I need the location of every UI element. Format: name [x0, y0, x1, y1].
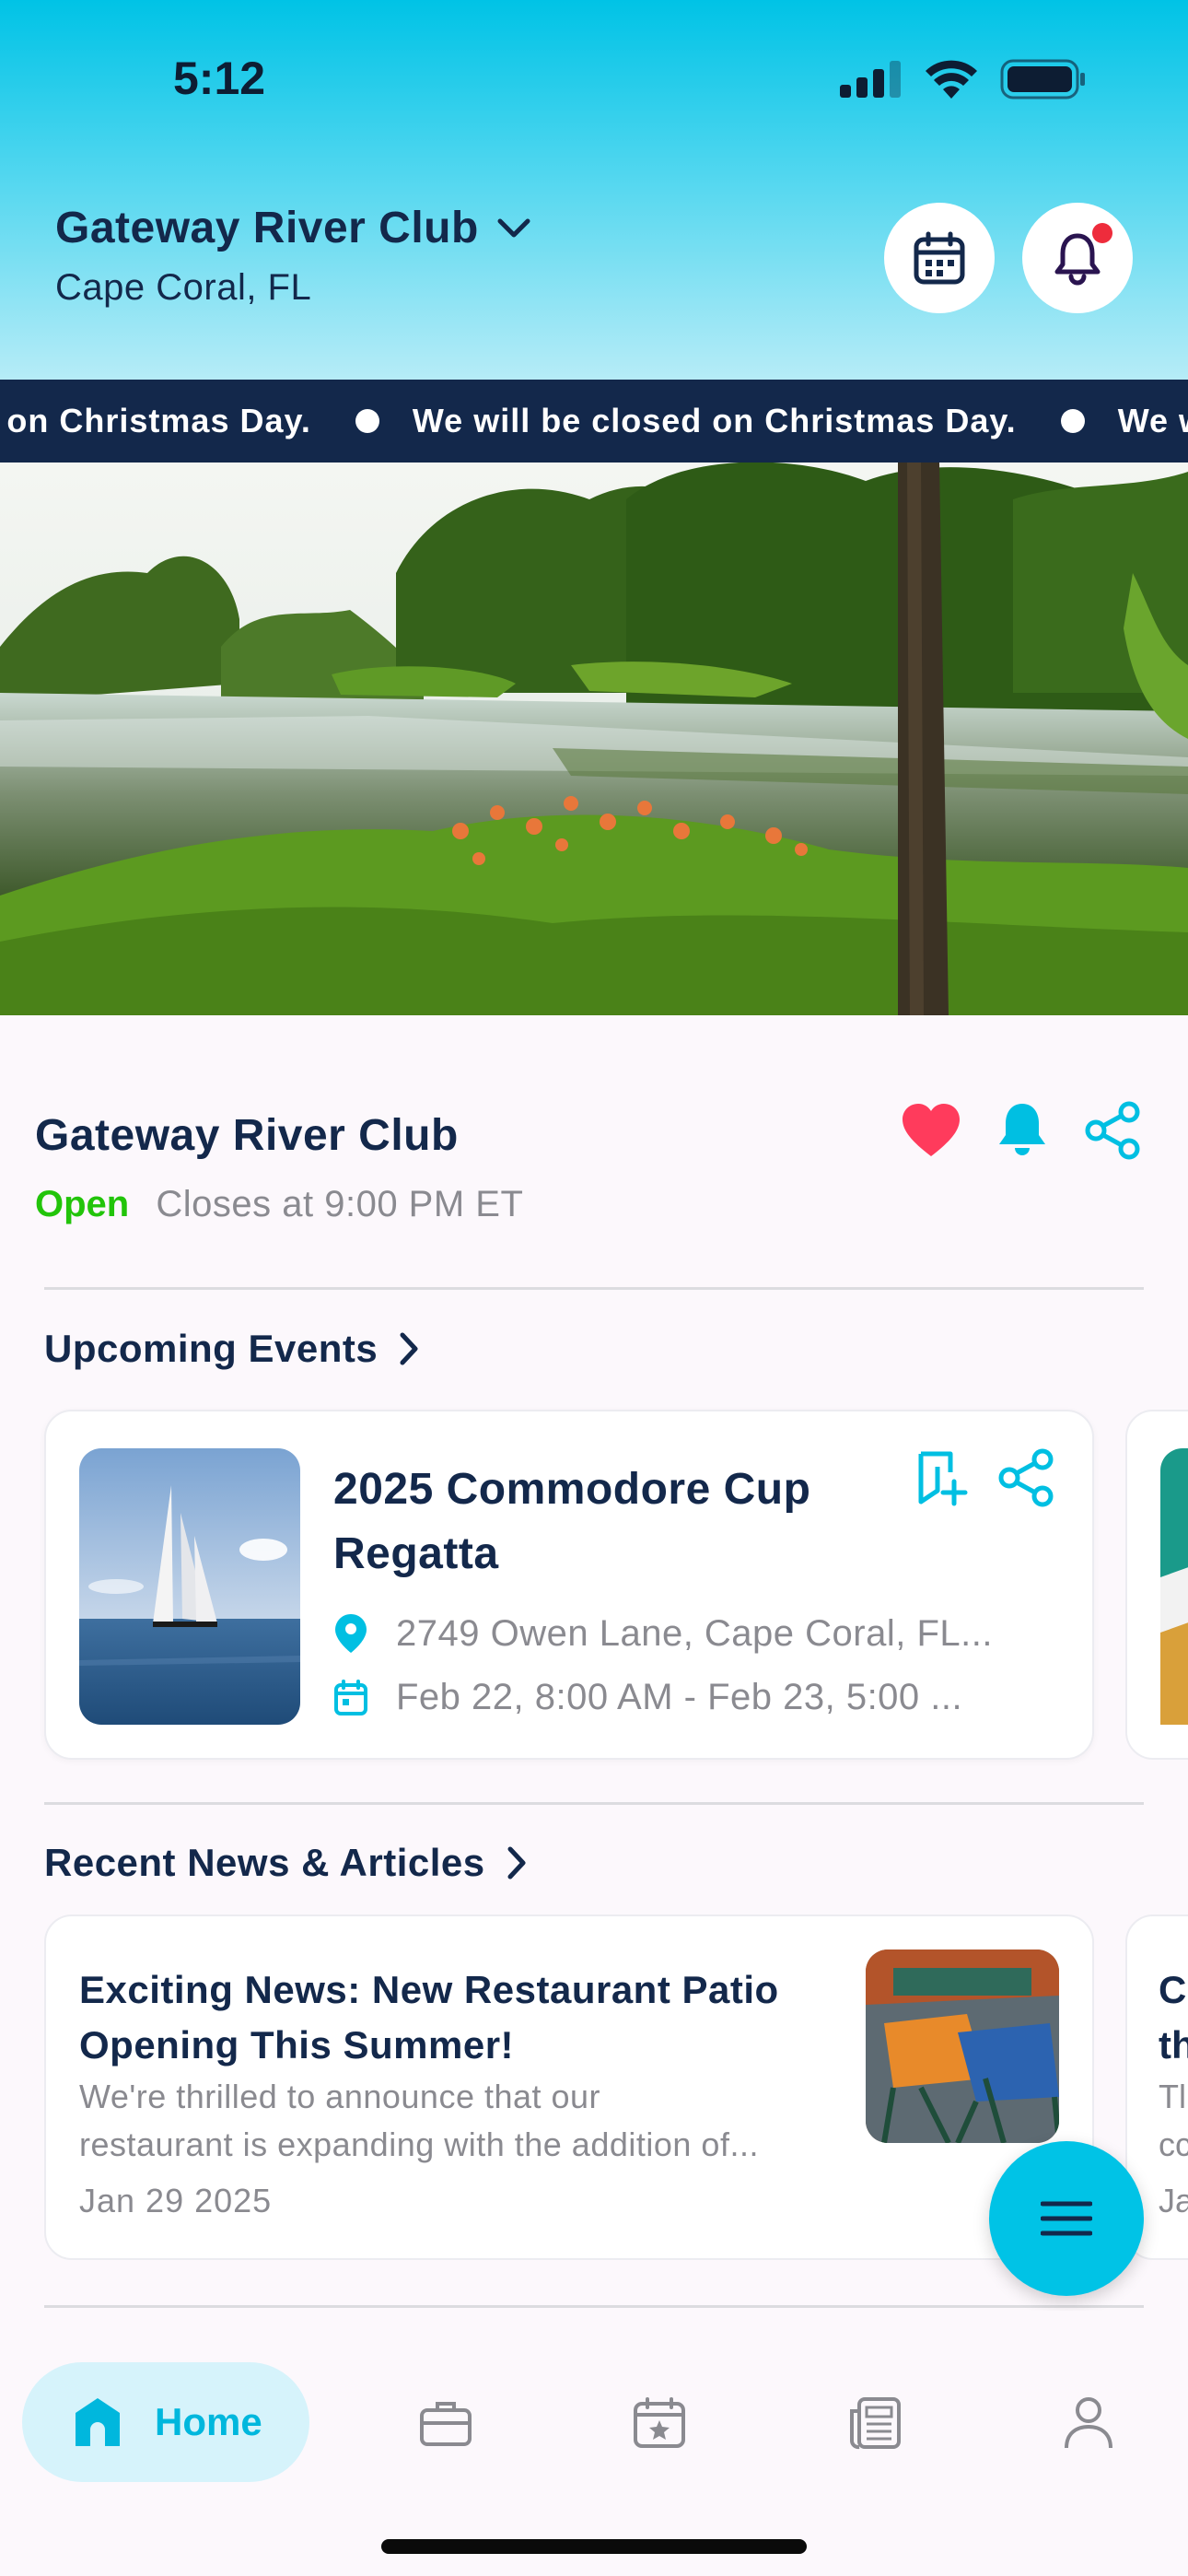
event-date: Feb 22, 8:00 AM - Feb 23, 5:00 ... [396, 1677, 963, 1717]
event-card-peek[interactable] [1125, 1410, 1188, 1760]
peek-excerpt-line-2: cc [1159, 2125, 1188, 2163]
announcement-ticker: We will be closed on Christmas Day. We w… [0, 380, 1188, 463]
club-location: Cape Coral, FL [55, 267, 312, 308]
peek-title-line-1: C [1159, 1968, 1187, 2011]
home-icon [76, 2398, 120, 2446]
event-sailboat-image [79, 1448, 300, 1725]
closing-time: Closes at 9:00 PM ET [156, 1184, 524, 1224]
calendar-star-icon [634, 2397, 685, 2448]
section-divider [44, 1287, 1144, 1290]
event-card[interactable]: 2025 Commodore Cup Regatta 2749 Owen Lan… [44, 1410, 1094, 1760]
event-title: 2025 Commodore Cup Regatta [333, 1465, 811, 1578]
nav-briefcase[interactable] [416, 2394, 475, 2453]
news-link[interactable]: Recent News & Articles [44, 1841, 528, 1885]
news-section-title: Recent News & Articles [44, 1841, 485, 1884]
bell-filled-icon[interactable] [996, 1102, 1048, 1159]
bookmark-add-icon[interactable] [914, 1448, 969, 1507]
ticker-message: We will be closed on Christmas Day. [0, 402, 311, 439]
share-icon[interactable] [1083, 1101, 1142, 1160]
news-card[interactable]: Exciting News: New Restaurant Patio Open… [44, 1914, 1094, 2260]
nav-news[interactable] [845, 2394, 904, 2453]
heart-icon[interactable] [901, 1103, 961, 1158]
news-date: Jan 29 2025 [79, 2182, 273, 2219]
nav-profile[interactable] [1059, 2394, 1118, 2453]
chevron-down-icon [497, 218, 530, 237]
wifi-icon [926, 60, 977, 99]
person-icon [1065, 2397, 1112, 2449]
news-title: Exciting News: New Restaurant Patio Open… [79, 1968, 779, 2067]
calendar-button[interactable] [884, 203, 995, 313]
club-actions [901, 1101, 1142, 1160]
notification-badge [1092, 223, 1112, 243]
news-excerpt-line-2: restaurant is expanding with the additio… [79, 2125, 759, 2163]
battery-icon [1000, 59, 1085, 100]
hero-river-image [0, 463, 1188, 1015]
notifications-button[interactable] [1022, 203, 1133, 313]
club-name: Gateway River Club [55, 204, 479, 252]
briefcase-icon [420, 2402, 472, 2446]
news-excerpt: We're thrilled to announce that our rest… [79, 2073, 844, 2169]
calendar-small-icon [334, 1679, 367, 1715]
event-location-row: 2749 Owen Lane, Cape Coral, FL... [333, 1612, 1059, 1655]
nav-home[interactable]: Home [22, 2362, 309, 2482]
open-status: Open [35, 1184, 130, 1224]
share-icon[interactable] [996, 1448, 1055, 1507]
chevron-right-icon [507, 1846, 526, 1879]
ticker-message: We will be closed on Christmas Day. [412, 402, 1017, 439]
cellular-signal-icon [840, 61, 901, 98]
ticker-separator [355, 409, 379, 433]
club-selector[interactable]: Gateway River Club [55, 203, 532, 253]
nav-events[interactable] [630, 2394, 689, 2453]
event-date-row: Feb 22, 8:00 AM - Feb 23, 5:00 ... [333, 1677, 1059, 1718]
peek-title-line-2: th [1159, 2023, 1188, 2067]
peek-date: Ja [1159, 2182, 1188, 2219]
event-actions [914, 1448, 1055, 1507]
peek-excerpt-line-1: Tl [1159, 2078, 1186, 2115]
chevron-right-icon [400, 1332, 418, 1365]
section-divider [44, 2305, 1144, 2308]
home-indicator [381, 2539, 807, 2554]
location-pin-icon [335, 1614, 367, 1653]
bottom-navigation: Home [0, 2311, 1188, 2576]
club-info-title: Gateway River Club [35, 1111, 459, 1160]
open-status-row: Open Closes at 9:00 PM ET [35, 1184, 523, 1225]
calendar-icon [914, 231, 965, 285]
upcoming-events-link[interactable]: Upcoming Events [44, 1327, 420, 1371]
event-address: 2749 Owen Lane, Cape Coral, FL... [396, 1612, 993, 1654]
newspaper-icon [849, 2397, 901, 2450]
ticker-separator [1060, 409, 1085, 433]
news-patio-image [866, 1950, 1059, 2143]
status-time: 5:12 [173, 53, 266, 104]
upcoming-events-title: Upcoming Events [44, 1327, 379, 1370]
section-divider [44, 1802, 1144, 1805]
menu-icon [1041, 2201, 1092, 2236]
ticker-message: We will be closed on Christmas Day. [1117, 402, 1188, 439]
menu-fab-button[interactable] [989, 2141, 1144, 2296]
app-header: 5:12 Gateway River Club Cape Coral, FL [0, 0, 1188, 380]
status-icons [840, 59, 1087, 100]
nav-home-label: Home [155, 2400, 262, 2443]
news-excerpt-line-1: We're thrilled to announce that our [79, 2078, 601, 2115]
